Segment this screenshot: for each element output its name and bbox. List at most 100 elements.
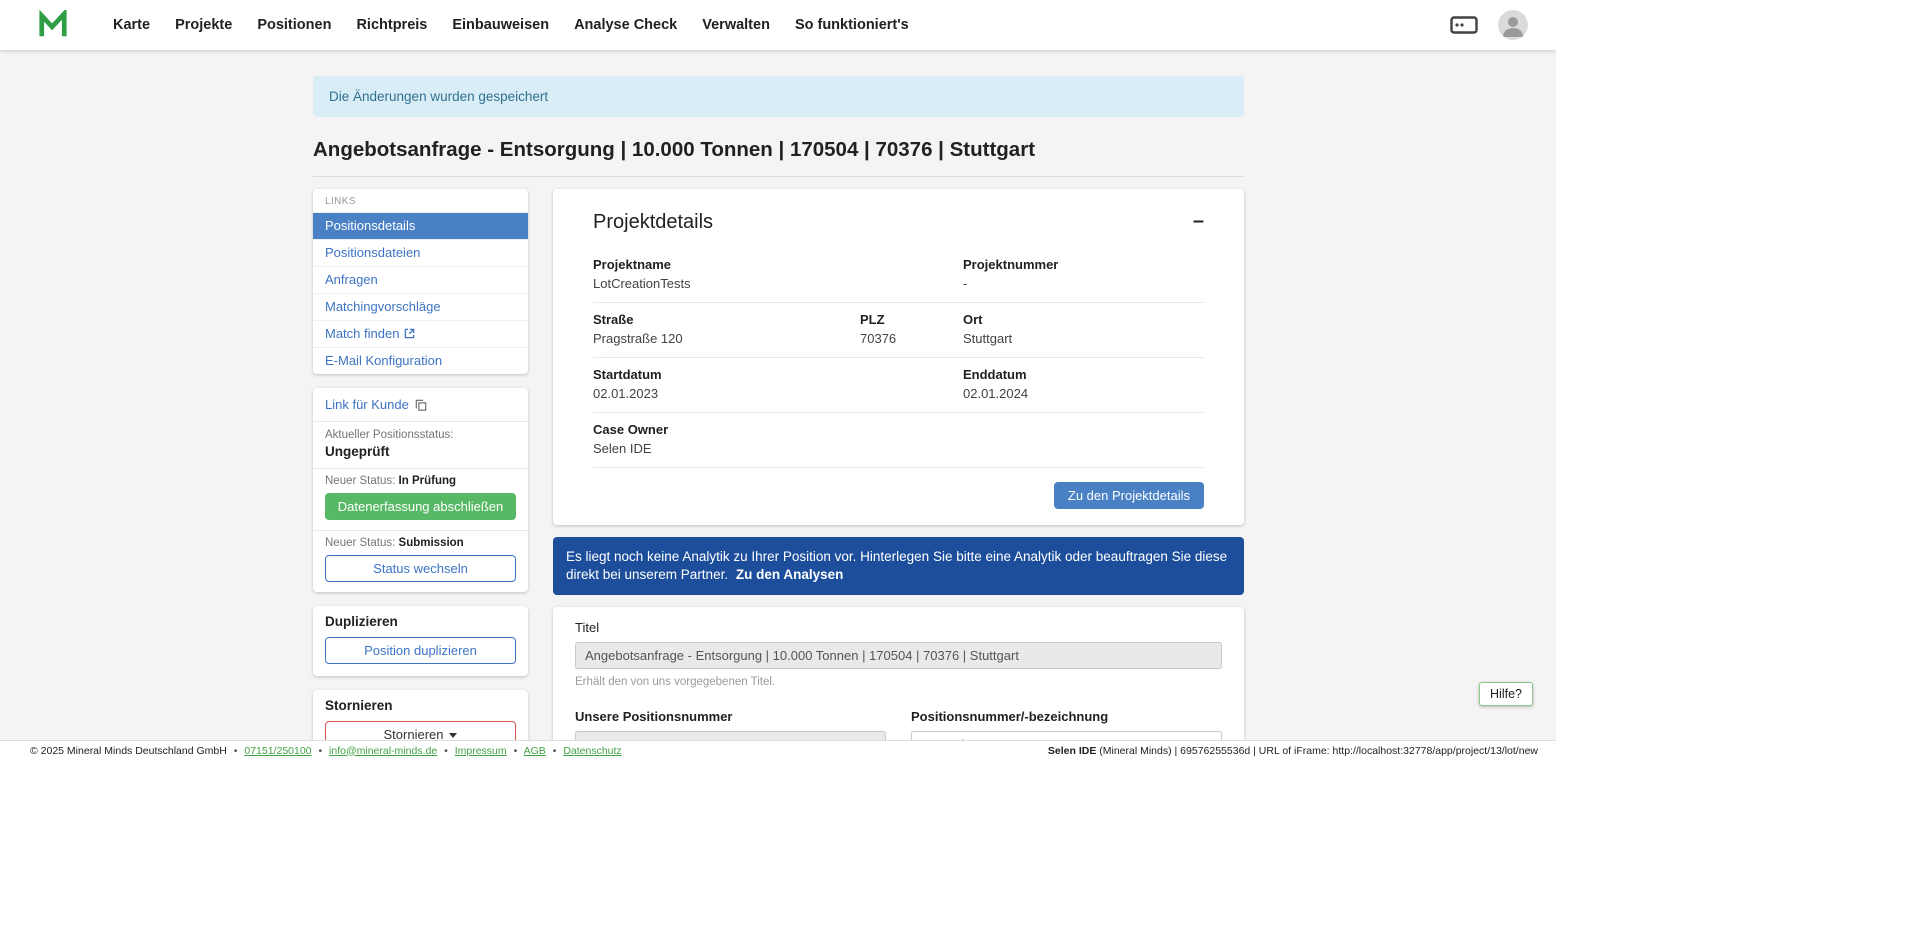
custom-number-label: Positionsnummer/-bezeichnung: [911, 709, 1222, 724]
nav-karte[interactable]: Karte: [113, 17, 150, 33]
next-status-1-value: In Prüfung: [399, 475, 457, 487]
footer-left: © 2025 Mineral Minds Deutschland GmbH • …: [30, 745, 622, 757]
field-plz: PLZ 70376: [860, 312, 963, 346]
nav-projekte[interactable]: Projekte: [175, 17, 232, 33]
footer-link-agb[interactable]: AGB: [524, 745, 546, 757]
switch-status-button[interactable]: Status wechseln: [325, 555, 516, 582]
footer-link-impressum[interactable]: Impressum: [455, 745, 507, 757]
main-nav: Karte Projekte Positionen Richtpreis Ein…: [113, 17, 909, 33]
nav-analyse-check[interactable]: Analyse Check: [574, 17, 677, 33]
current-status-value: Ungeprüft: [325, 444, 516, 459]
nav-so-funktionierts[interactable]: So funktioniert's: [795, 17, 909, 33]
main-column: Projektdetails – Projektname LotCreation…: [553, 189, 1244, 760]
nav-einbauweisen[interactable]: Einbauweisen: [452, 17, 549, 33]
analytics-banner: Es liegt noch keine Analytik zu Ihrer Po…: [553, 537, 1244, 595]
app-window: Karte Projekte Positionen Richtpreis Ein…: [0, 0, 1556, 760]
next-status-section-1: Neuer Status: In Prüfung Datenerfassung …: [313, 469, 528, 531]
footer-separator: •: [514, 745, 518, 757]
navbar-right: [1450, 10, 1528, 40]
footer-separator: •: [553, 745, 557, 757]
next-status-section-2: Neuer Status: Submission Status wechseln: [313, 531, 528, 592]
current-status-label: Aktueller Positionsstatus:: [325, 429, 516, 441]
footer-separator: •: [444, 745, 448, 757]
footer-link-datenschutz[interactable]: Datenschutz: [563, 745, 621, 757]
titel-help: Erhält den von uns vorgegebenen Titel.: [575, 676, 1222, 688]
footer-link-phone[interactable]: 07151/250100: [244, 745, 311, 757]
project-details-card: Projektdetails – Projektname LotCreation…: [553, 189, 1244, 525]
titel-input: [575, 642, 1222, 669]
copyright-text: © 2025 Mineral Minds Deutschland GmbH: [30, 745, 227, 757]
sidebar-links-card: LINKS Positionsdetails Positionsdateien …: [313, 189, 528, 374]
customer-link[interactable]: Link für Kunde: [313, 388, 528, 422]
project-details-title: Projektdetails: [593, 211, 713, 234]
user-avatar-icon[interactable]: [1498, 10, 1528, 40]
collapse-button[interactable]: –: [1193, 211, 1204, 231]
match-finden-label: Match finden: [325, 326, 399, 341]
project-details-footer: Zu den Projektdetails: [593, 482, 1204, 509]
title-divider: [313, 176, 1244, 177]
field-enddatum: Enddatum 02.01.2024: [963, 367, 1204, 401]
sidebar-item-positionsdetails[interactable]: Positionsdetails: [313, 212, 528, 239]
to-analyses-link[interactable]: Zu den Analysen: [736, 567, 844, 582]
caret-down-icon: [449, 733, 457, 738]
nav-verwalten[interactable]: Verwalten: [702, 17, 770, 33]
server-icon[interactable]: [1450, 16, 1478, 34]
duplicate-body: Position duplizieren: [313, 631, 528, 676]
page-container: Die Änderungen wurden gespeichert Angebo…: [313, 76, 1244, 760]
project-details-header: Projektdetails –: [593, 211, 1204, 234]
project-details-rows: Projektname LotCreationTests Projektnumm…: [593, 248, 1204, 468]
nav-richtpreis[interactable]: Richtpreis: [356, 17, 427, 33]
nav-positionen[interactable]: Positionen: [257, 17, 331, 33]
page-title: Angebotsanfrage - Entsorgung | 10.000 To…: [313, 138, 1244, 162]
sidebar-item-matchingvorschlaege[interactable]: Matchingvorschläge: [313, 293, 528, 320]
success-alert: Die Änderungen wurden gespeichert: [313, 76, 1244, 117]
footer-right: Selen IDE (Mineral Minds) | 69576255536d…: [1048, 745, 1538, 757]
links-header: LINKS: [313, 189, 528, 212]
help-button[interactable]: Hilfe?: [1479, 682, 1533, 706]
duplicate-title: Duplizieren: [313, 606, 528, 631]
sidebar-item-email-konfiguration[interactable]: E-Mail Konfiguration: [313, 347, 528, 374]
field-projektnummer: Projektnummer -: [963, 257, 1204, 291]
duplicate-card: Duplizieren Position duplizieren: [313, 606, 528, 676]
analytics-banner-text: Es liegt noch keine Analytik zu Ihrer Po…: [566, 549, 1227, 582]
sidebar-item-anfragen[interactable]: Anfragen: [313, 266, 528, 293]
next-status-1: Neuer Status: In Prüfung: [325, 475, 516, 487]
position-form-card: Titel Erhält den von uns vorgegebenen Ti…: [553, 607, 1244, 760]
external-link-icon: [404, 328, 415, 339]
field-startdatum: Startdatum 02.01.2023: [593, 367, 963, 401]
sidebar: LINKS Positionsdetails Positionsdateien …: [313, 189, 528, 760]
next-status-2-label: Neuer Status:: [325, 537, 395, 549]
next-status-1-label: Neuer Status:: [325, 475, 395, 487]
project-details-row: Case Owner Selen IDE: [593, 413, 1204, 468]
session-user: Selen IDE: [1048, 745, 1096, 757]
brand-logo-icon: [38, 10, 68, 40]
footer: © 2025 Mineral Minds Deutschland GmbH • …: [0, 740, 1556, 760]
to-project-details-button[interactable]: Zu den Projektdetails: [1054, 482, 1204, 509]
copy-icon: [415, 399, 427, 411]
finish-data-entry-button[interactable]: Datenerfassung abschließen: [325, 493, 516, 520]
project-details-row: Startdatum 02.01.2023 Enddatum 02.01.202…: [593, 358, 1204, 413]
footer-separator: •: [318, 745, 322, 757]
our-number-label: Unsere Positionsnummer: [575, 709, 886, 724]
cancel-title: Stornieren: [313, 690, 528, 715]
project-details-row: Projektname LotCreationTests Projektnumm…: [593, 248, 1204, 303]
brand-logo[interactable]: [38, 10, 68, 40]
field-ort: Ort Stuttgart: [963, 312, 1204, 346]
customer-link-label: Link für Kunde: [325, 397, 409, 412]
session-info: (Mineral Minds) | 69576255536d | URL of …: [1096, 745, 1538, 757]
next-status-2: Neuer Status: Submission: [325, 537, 516, 549]
top-navbar: Karte Projekte Positionen Richtpreis Ein…: [0, 0, 1556, 50]
content-area: LINKS Positionsdetails Positionsdateien …: [313, 189, 1244, 760]
field-projektname: Projektname LotCreationTests: [593, 257, 963, 291]
footer-separator: •: [234, 745, 238, 757]
field-case-owner: Case Owner Selen IDE: [593, 422, 1204, 456]
footer-link-email[interactable]: info@mineral-minds.de: [329, 745, 437, 757]
status-card: Link für Kunde Aktueller Positionsstatus…: [313, 388, 528, 592]
current-status-block: Aktueller Positionsstatus: Ungeprüft: [313, 422, 528, 469]
next-status-2-value: Submission: [399, 537, 464, 549]
project-details-row: Straße Pragstraße 120 PLZ 70376 Ort Stut…: [593, 303, 1204, 358]
sidebar-item-positionsdateien[interactable]: Positionsdateien: [313, 239, 528, 266]
titel-label: Titel: [575, 620, 1222, 635]
sidebar-item-match-finden[interactable]: Match finden: [313, 320, 528, 347]
duplicate-position-button[interactable]: Position duplizieren: [325, 637, 516, 664]
